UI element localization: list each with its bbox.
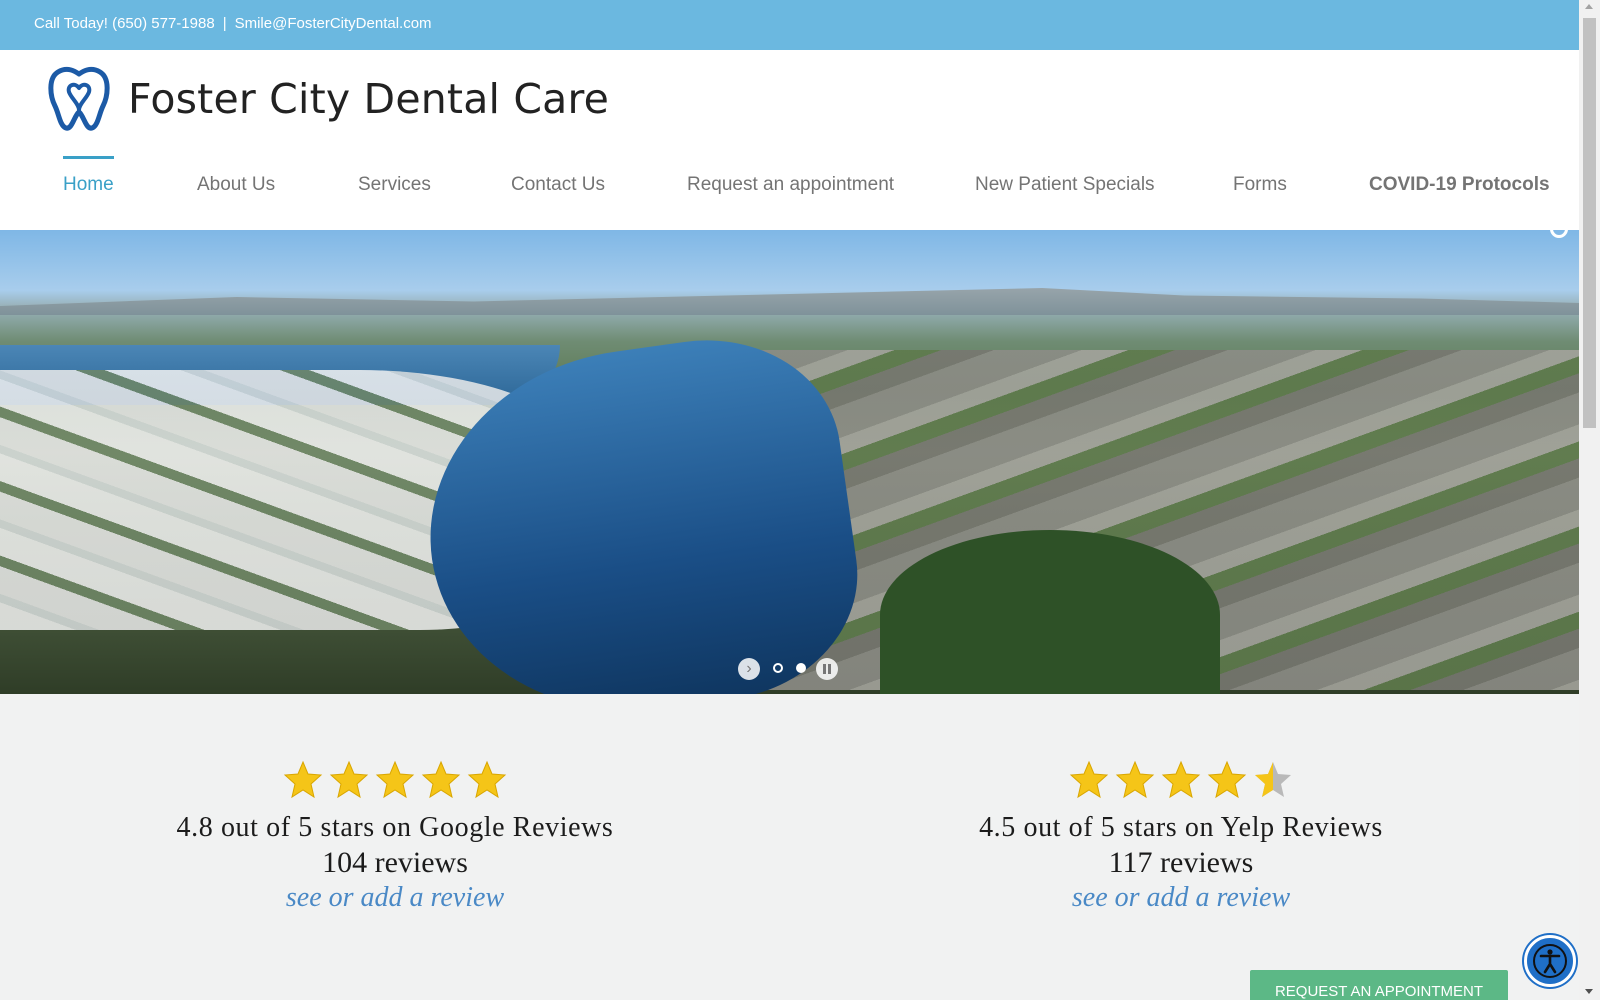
- request-appointment-button[interactable]: REQUEST AN APPOINTMENT: [1250, 970, 1508, 1000]
- google-review-count: 104 reviews: [322, 846, 468, 879]
- email-link[interactable]: Smile@FosterCityDental.com: [235, 15, 432, 32]
- nav-covid-protocols[interactable]: COVID-19 Protocols: [1369, 160, 1550, 196]
- yelp-review-count: 117 reviews: [1108, 846, 1254, 879]
- star-icon: [375, 760, 415, 799]
- page-scrollbar[interactable]: [1579, 0, 1600, 1000]
- yelp-review-block: 4.5 out of 5 stars on Yelp Reviews 117 r…: [921, 760, 1441, 914]
- nav-request-appointment[interactable]: Request an appointment: [687, 160, 894, 196]
- scroll-thumb[interactable]: [1583, 18, 1596, 428]
- slider-dot-2[interactable]: [796, 663, 806, 673]
- star-icon: [1069, 760, 1109, 799]
- hero-trees: [880, 530, 1220, 694]
- yelp-rating-text: 4.5 out of 5 stars on Yelp Reviews: [979, 812, 1383, 843]
- accessibility-button[interactable]: [1524, 935, 1576, 987]
- nav-about-us[interactable]: About Us: [197, 160, 275, 196]
- google-review-block: 4.8 out of 5 stars on Google Reviews 104…: [135, 760, 655, 914]
- yelp-stars: [921, 760, 1441, 800]
- top-contact-bar: Call Today! (650) 577-1988 | Smile@FosterC…: [0, 0, 1579, 50]
- accessibility-icon: [1533, 944, 1567, 978]
- slider-pause-icon[interactable]: [816, 658, 838, 680]
- slider-dot-1[interactable]: [773, 663, 783, 673]
- star-icon: [329, 760, 369, 799]
- google-rating-text: 4.8 out of 5 stars on Google Reviews: [176, 812, 614, 843]
- scroll-up-arrow-icon[interactable]: [1585, 4, 1593, 9]
- google-stars: [135, 760, 655, 800]
- nav-new-patient-specials[interactable]: New Patient Specials: [975, 160, 1155, 196]
- nav-contact-us[interactable]: Contact Us: [511, 160, 605, 196]
- nav-home[interactable]: Home: [63, 156, 114, 196]
- phone-link[interactable]: Call Today! (650) 577-1988: [34, 15, 215, 32]
- scroll-down-arrow-icon[interactable]: [1585, 989, 1593, 994]
- slider-next-arrow-icon[interactable]: ›: [738, 658, 760, 680]
- nav-forms[interactable]: Forms: [1233, 160, 1287, 196]
- hero-hills: [0, 288, 1579, 315]
- tooth-heart-icon: [48, 66, 110, 131]
- contact-info: Call Today! (650) 577-1988 | Smile@FosterC…: [34, 15, 432, 32]
- star-icon: [283, 760, 323, 799]
- site-header: Foster City Dental Care Home About Us Se…: [0, 50, 1579, 230]
- star-icon: [467, 760, 507, 799]
- half-star-icon: [1255, 762, 1291, 797]
- yelp-review-link[interactable]: see or add a review: [1072, 882, 1290, 914]
- main-nav: Home About Us Services Contact Us Reques…: [40, 156, 1560, 206]
- site-logo[interactable]: Foster City Dental Care: [48, 64, 609, 134]
- nav-services[interactable]: Services: [358, 160, 431, 196]
- star-icon: [421, 760, 461, 799]
- logo-text: Foster City Dental Care: [128, 75, 610, 123]
- page: Call Today! (650) 577-1988 | Smile@FosterC…: [0, 0, 1579, 1000]
- star-icon: [1161, 760, 1201, 799]
- star-icon: [1207, 760, 1247, 799]
- slider-loader-icon: [1550, 230, 1568, 238]
- star-icon: [1115, 760, 1155, 799]
- google-review-link[interactable]: see or add a review: [286, 882, 504, 914]
- hero-slider: [0, 230, 1579, 694]
- separator: |: [222, 15, 227, 32]
